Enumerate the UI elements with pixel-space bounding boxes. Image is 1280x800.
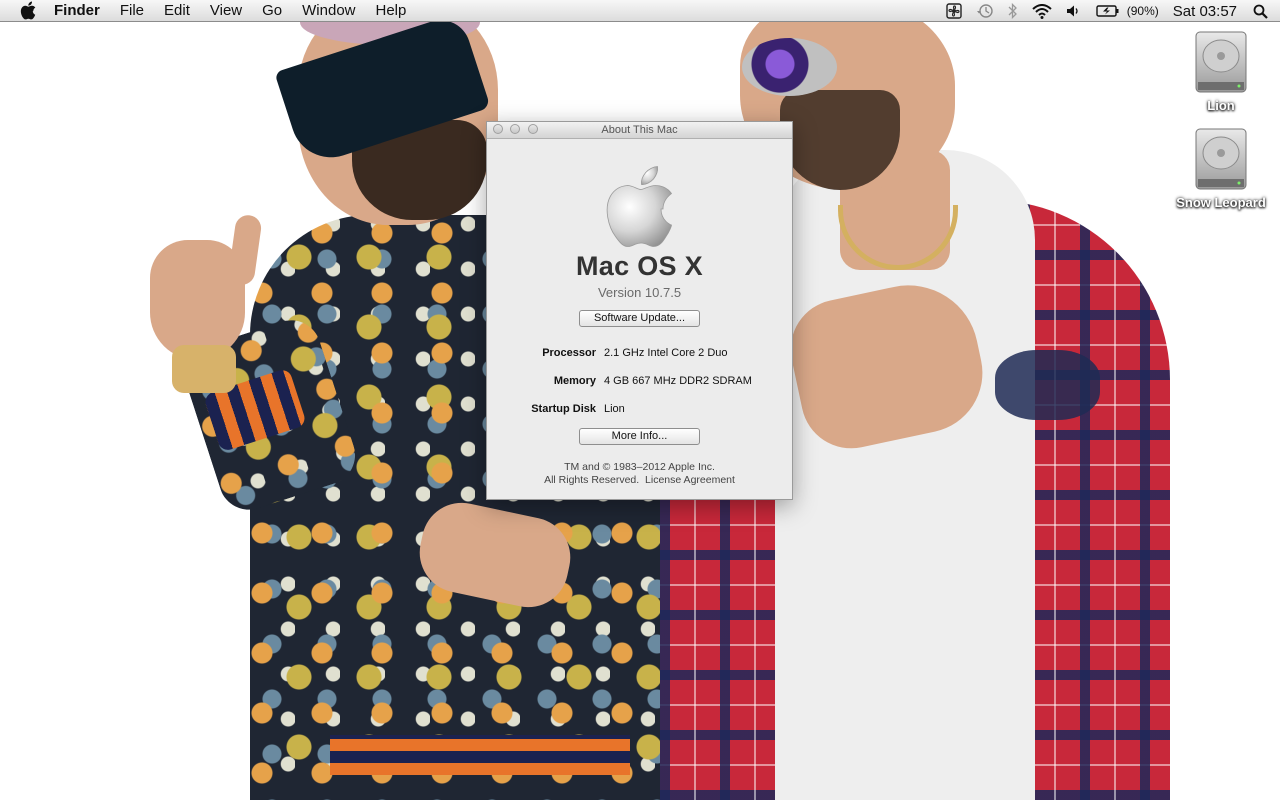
spec-label: Processor	[542, 347, 596, 359]
spec-value: 4 GB 667 MHz DDR2 SDRAM	[604, 375, 752, 387]
menu-view[interactable]: View	[200, 0, 252, 22]
wallpaper-left-sleeve-stripe	[330, 735, 630, 775]
rights-text: All Rights Reserved.	[544, 474, 640, 486]
wifi-icon[interactable]	[1032, 0, 1052, 22]
menu-window[interactable]: Window	[292, 0, 365, 22]
menu-edit[interactable]: Edit	[154, 0, 200, 22]
window-title: About This Mac	[601, 124, 678, 136]
desktop-icon-snow-leopard[interactable]: Snow Leopard	[1171, 127, 1271, 210]
copyright-text: TM and © 1983–2012 Apple Inc.	[564, 461, 715, 473]
desktop-icon-lion[interactable]: Lion	[1171, 30, 1271, 113]
cooling-fan-icon[interactable]	[946, 0, 962, 22]
wallpaper-watch	[172, 345, 236, 393]
desktop-icon-label: Lion	[1207, 98, 1235, 113]
wallpaper-right-patch	[995, 350, 1100, 420]
desktop-icon-label: Snow Leopard	[1176, 195, 1266, 210]
bluetooth-icon[interactable]	[1008, 0, 1018, 22]
about-this-mac-window: About This Mac Mac OS X Version 10.7.5 S…	[486, 121, 793, 500]
software-update-button[interactable]: Software Update...	[579, 310, 700, 327]
more-info-button[interactable]: More Info...	[579, 428, 700, 445]
menu-clock[interactable]: Sat 03:57	[1173, 0, 1237, 22]
hard-disk-icon	[1193, 30, 1249, 94]
spec-value: Lion	[604, 403, 625, 415]
spotlight-search-icon[interactable]	[1253, 0, 1268, 22]
window-titlebar[interactable]: About This Mac	[487, 122, 792, 139]
menu-app-finder[interactable]: Finder	[54, 0, 110, 22]
menu-file[interactable]: File	[110, 0, 154, 22]
rights-line: All Rights Reserved. License Agreement	[487, 474, 792, 486]
volume-icon[interactable]	[1066, 0, 1082, 22]
apple-menu-icon[interactable]	[17, 0, 39, 22]
hard-disk-icon	[1193, 127, 1249, 191]
wallpaper-left-thumb	[227, 213, 263, 287]
wallpaper-right-sunglasses	[742, 38, 837, 96]
apple-logo-icon	[605, 165, 675, 249]
os-name: Mac OS X	[576, 251, 703, 281]
license-agreement-link[interactable]: License Agreement	[645, 474, 735, 486]
spec-label: Startup Disk	[531, 403, 596, 415]
menu-go[interactable]: Go	[252, 0, 292, 22]
spec-label: Memory	[553, 375, 596, 387]
battery-percent[interactable]: (90%)	[1127, 0, 1159, 22]
spec-value: 2.1 GHz Intel Core 2 Duo	[604, 347, 728, 359]
os-version[interactable]: Version 10.7.5	[487, 285, 792, 300]
menu-help[interactable]: Help	[366, 0, 417, 22]
battery-icon[interactable]	[1096, 0, 1120, 22]
status-menu-area: (90%) Sat 03:57	[939, 0, 1280, 22]
menu-bar: Finder File Edit View Go Window Help (90…	[0, 0, 1280, 22]
time-machine-icon[interactable]	[976, 0, 994, 22]
